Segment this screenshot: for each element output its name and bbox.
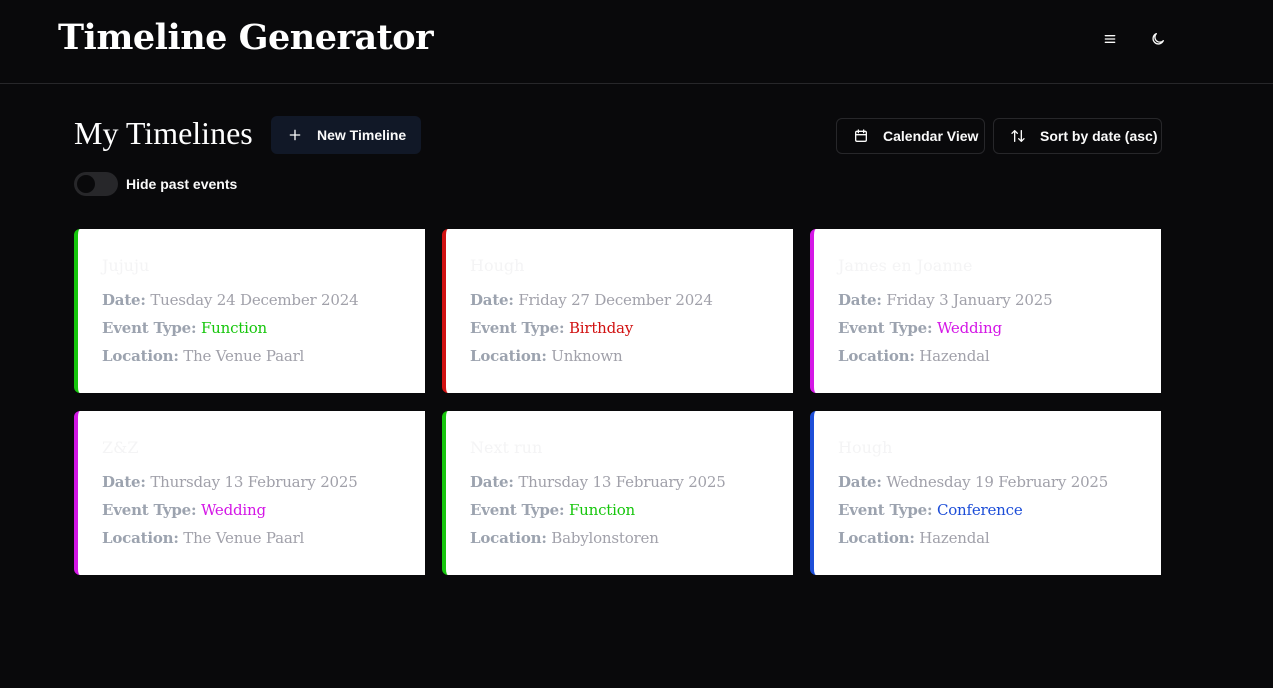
app-header: Timeline Generator: [0, 0, 1273, 84]
date-label: Date:: [102, 291, 146, 309]
card-title: Hough: [470, 256, 525, 275]
card-title: James en Joanne: [838, 256, 973, 275]
card-title: Jujuju: [102, 256, 150, 275]
location-label: Location:: [102, 347, 179, 365]
moon-icon: [1152, 33, 1164, 45]
calendar-view-label: Calendar View: [883, 128, 979, 144]
card-date: Date: Friday 27 December 2024: [470, 291, 713, 309]
toggle-knob: [77, 175, 95, 193]
card-event-type: Event Type: Birthday: [470, 319, 633, 337]
date-label: Date:: [470, 473, 514, 491]
event-type-value: Function: [200, 319, 267, 337]
event-type-label: Event Type:: [838, 501, 933, 519]
card-location: Location: The Venue Paarl: [102, 347, 304, 365]
location-label: Location:: [838, 529, 915, 547]
event-type-label: Event Type:: [102, 501, 197, 519]
app-title: Timeline Generator: [58, 17, 434, 58]
event-type-value: Conference: [936, 501, 1023, 519]
sort-button[interactable]: Sort by date (asc): [993, 118, 1162, 154]
card-date: Date: Thursday 13 February 2025: [102, 473, 358, 491]
date-label: Date:: [838, 473, 882, 491]
location-value: The Venue Paarl: [183, 347, 305, 365]
location-label: Location:: [838, 347, 915, 365]
event-type-value: Birthday: [568, 319, 634, 337]
sort-arrows-icon: [1011, 130, 1025, 142]
timeline-card[interactable]: James en Joanne Date: Friday 3 January 2…: [810, 229, 1161, 393]
card-title: Next run: [470, 438, 543, 457]
card-location: Location: The Venue Paarl: [102, 529, 304, 547]
timeline-card[interactable]: Next run Date: Thursday 13 February 2025…: [442, 411, 793, 575]
event-type-label: Event Type:: [470, 319, 565, 337]
card-date: Date: Friday 3 January 2025: [838, 291, 1053, 309]
date-label: Date:: [470, 291, 514, 309]
date-value: Thursday 13 February 2025: [518, 473, 726, 491]
theme-toggle-button[interactable]: [1143, 24, 1173, 54]
date-label: Date:: [838, 291, 882, 309]
card-location: Location: Hazendal: [838, 529, 990, 547]
location-label: Location:: [102, 529, 179, 547]
location-value: Hazendal: [919, 529, 990, 547]
card-title: Z&Z: [102, 438, 139, 457]
sort-label: Sort by date (asc): [1040, 128, 1158, 144]
location-label: Location:: [470, 529, 547, 547]
card-date: Date: Tuesday 24 December 2024: [102, 291, 359, 309]
hide-past-events-toggle[interactable]: [74, 172, 118, 196]
card-event-type: Event Type: Conference: [838, 501, 1023, 519]
calendar-icon: [855, 129, 867, 142]
location-value: The Venue Paarl: [183, 529, 305, 547]
card-date: Date: Thursday 13 February 2025: [470, 473, 726, 491]
timeline-card[interactable]: Jujuju Date: Tuesday 24 December 2024 Ev…: [74, 229, 425, 393]
card-title: Hough: [838, 438, 893, 457]
timeline-card[interactable]: Z&Z Date: Thursday 13 February 2025 Even…: [74, 411, 425, 575]
page-title: My Timelines: [74, 115, 253, 151]
date-value: Friday 27 December 2024: [518, 291, 713, 309]
card-location: Location: Babylonstoren: [470, 529, 659, 547]
timeline-card[interactable]: Hough Date: Friday 27 December 2024 Even…: [442, 229, 793, 393]
card-event-type: Event Type: Wedding: [838, 319, 1002, 337]
card-location: Location: Hazendal: [838, 347, 990, 365]
event-type-label: Event Type:: [102, 319, 197, 337]
plus-icon: [289, 129, 301, 141]
card-event-type: Event Type: Function: [102, 319, 267, 337]
event-type-value: Function: [568, 501, 635, 519]
menu-icon: [1104, 35, 1116, 43]
date-value: Tuesday 24 December 2024: [150, 291, 359, 309]
event-type-label: Event Type:: [838, 319, 933, 337]
menu-button[interactable]: [1095, 24, 1125, 54]
timeline-card[interactable]: Hough Date: Wednesday 19 February 2025 E…: [810, 411, 1161, 575]
location-label: Location:: [470, 347, 547, 365]
date-value: Thursday 13 February 2025: [150, 473, 358, 491]
card-event-type: Event Type: Wedding: [102, 501, 266, 519]
event-type-value: Wedding: [936, 319, 1002, 337]
hide-past-events-label: Hide past events: [126, 176, 238, 192]
event-type-value: Wedding: [200, 501, 266, 519]
date-value: Friday 3 January 2025: [886, 291, 1053, 309]
location-value: Unknown: [551, 347, 623, 365]
card-event-type: Event Type: Function: [470, 501, 635, 519]
date-value: Wednesday 19 February 2025: [886, 473, 1109, 491]
calendar-view-button[interactable]: Calendar View: [836, 118, 985, 154]
card-location: Location: Unknown: [470, 347, 623, 365]
card-date: Date: Wednesday 19 February 2025: [838, 473, 1108, 491]
new-timeline-label: New Timeline: [317, 127, 407, 143]
event-type-label: Event Type:: [470, 501, 565, 519]
new-timeline-button[interactable]: New Timeline: [271, 116, 421, 154]
location-value: Babylonstoren: [551, 529, 659, 547]
date-label: Date:: [102, 473, 146, 491]
location-value: Hazendal: [919, 347, 990, 365]
